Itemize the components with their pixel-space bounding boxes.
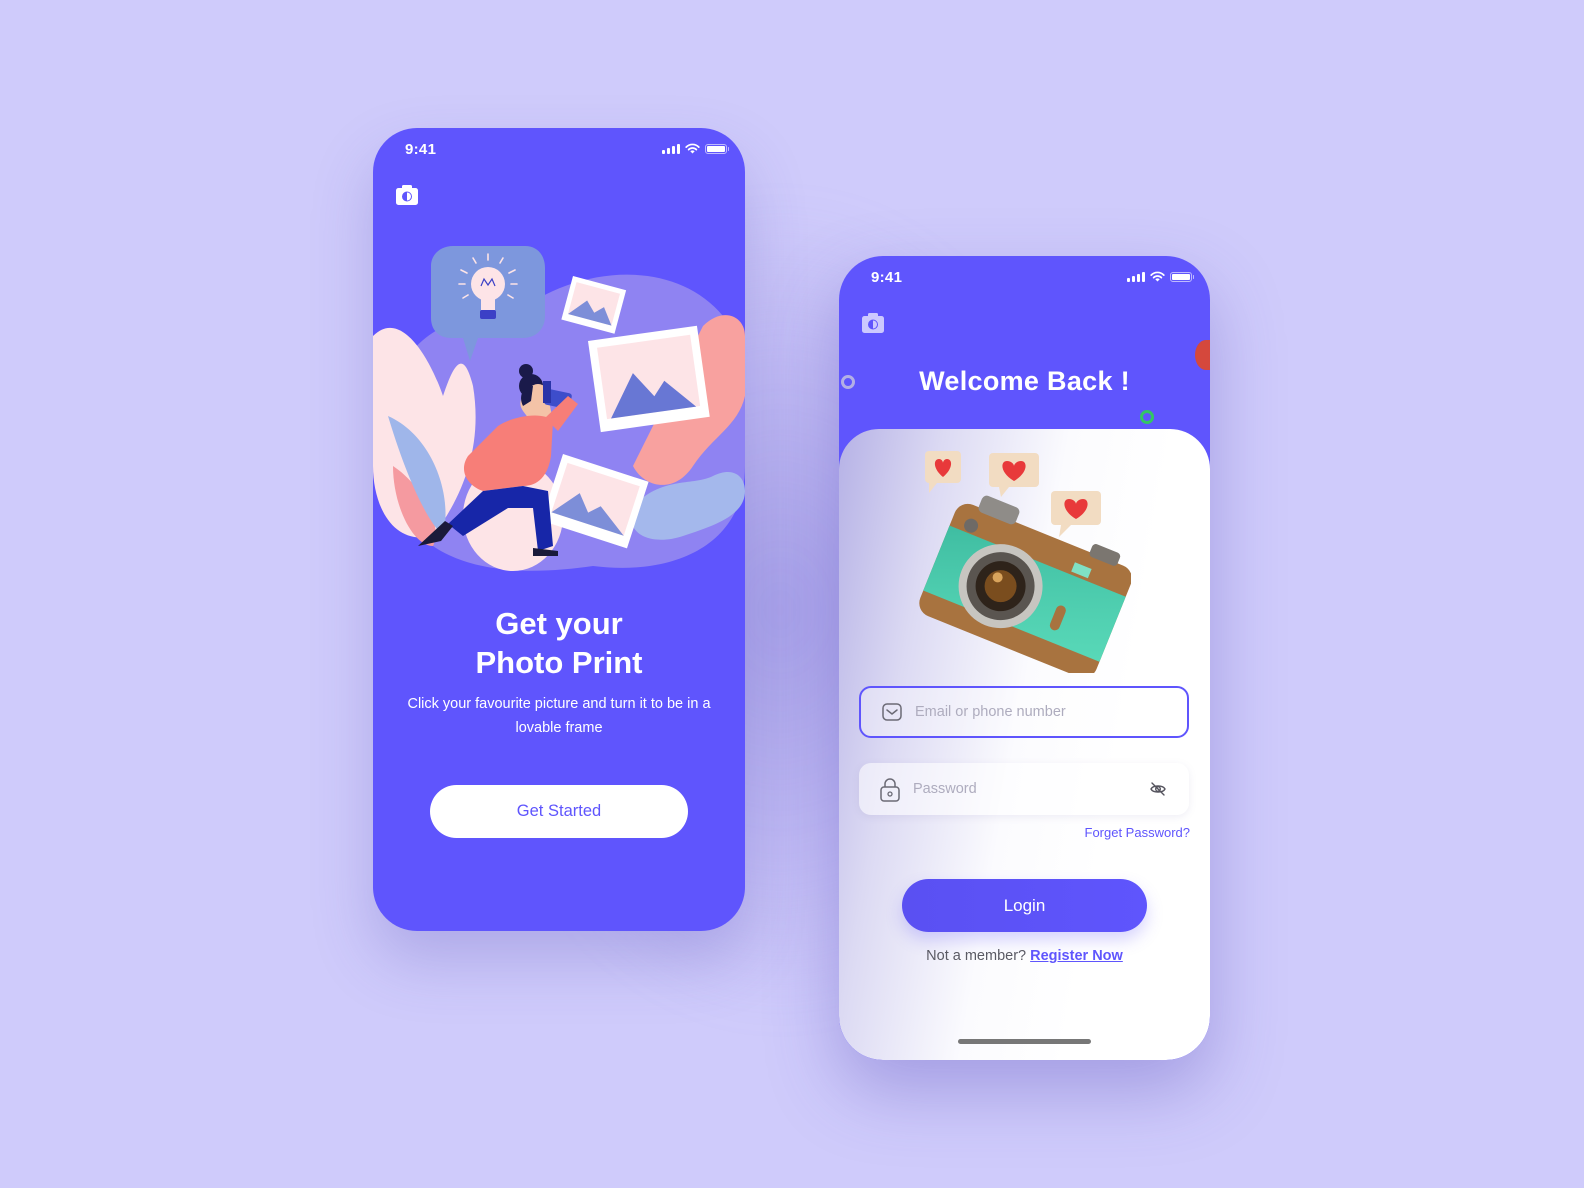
login-screen: 9:41 Welcome Back ! Email or phone numbe… [839,256,1210,1060]
status-time: 9:41 [871,269,903,286]
register-prompt-text: Not a member? [926,948,1031,964]
signal-icon [662,143,680,154]
register-prompt: Not a member? Register Now [839,948,1210,964]
hero-title-line1: Get your [495,606,623,641]
camera-icon [862,313,884,333]
email-input[interactable] [915,688,1187,736]
password-input[interactable] [913,763,1149,815]
heart-bubble [1051,491,1101,537]
battery-icon [705,143,729,154]
login-button[interactable]: Login [902,879,1147,932]
status-icons [662,143,729,154]
hero-subtitle: Click your favourite picture and turn it… [407,696,711,736]
status-icons [1127,271,1194,282]
eye-off-icon[interactable] [1149,780,1167,798]
photographer-illustration [373,246,745,571]
decorative-ring-green [1140,410,1154,424]
heart-bubble [925,451,961,493]
hero-title: Get your Photo Print [373,604,745,682]
home-indicator [958,1039,1091,1044]
mail-icon [882,703,902,721]
status-time: 9:41 [405,141,437,158]
camera-icon [396,185,418,205]
password-field[interactable] [859,763,1189,815]
welcome-title: Welcome Back ! [919,366,1130,396]
register-now-link[interactable]: Register Now [1030,948,1123,964]
lock-icon [880,778,900,802]
wifi-icon [1150,271,1165,282]
onboarding-screen: 9:41 Get your Photo Print Click your fav… [373,128,745,931]
hero-title-line2: Photo Print [475,645,643,680]
status-bar: 9:41 [839,256,1210,300]
status-bar: 9:41 [373,128,745,172]
battery-icon [1170,271,1194,282]
wifi-icon [685,143,700,154]
email-field[interactable] [859,686,1189,738]
forgot-password-link[interactable]: Forget Password? [1085,825,1191,840]
camera-with-hearts-illustration [919,451,1131,673]
get-started-button[interactable]: Get Started [430,785,688,838]
heart-bubble [989,453,1039,497]
signal-icon [1127,271,1145,282]
login-card: Forget Password? Login Not a member? Reg… [839,429,1210,1060]
